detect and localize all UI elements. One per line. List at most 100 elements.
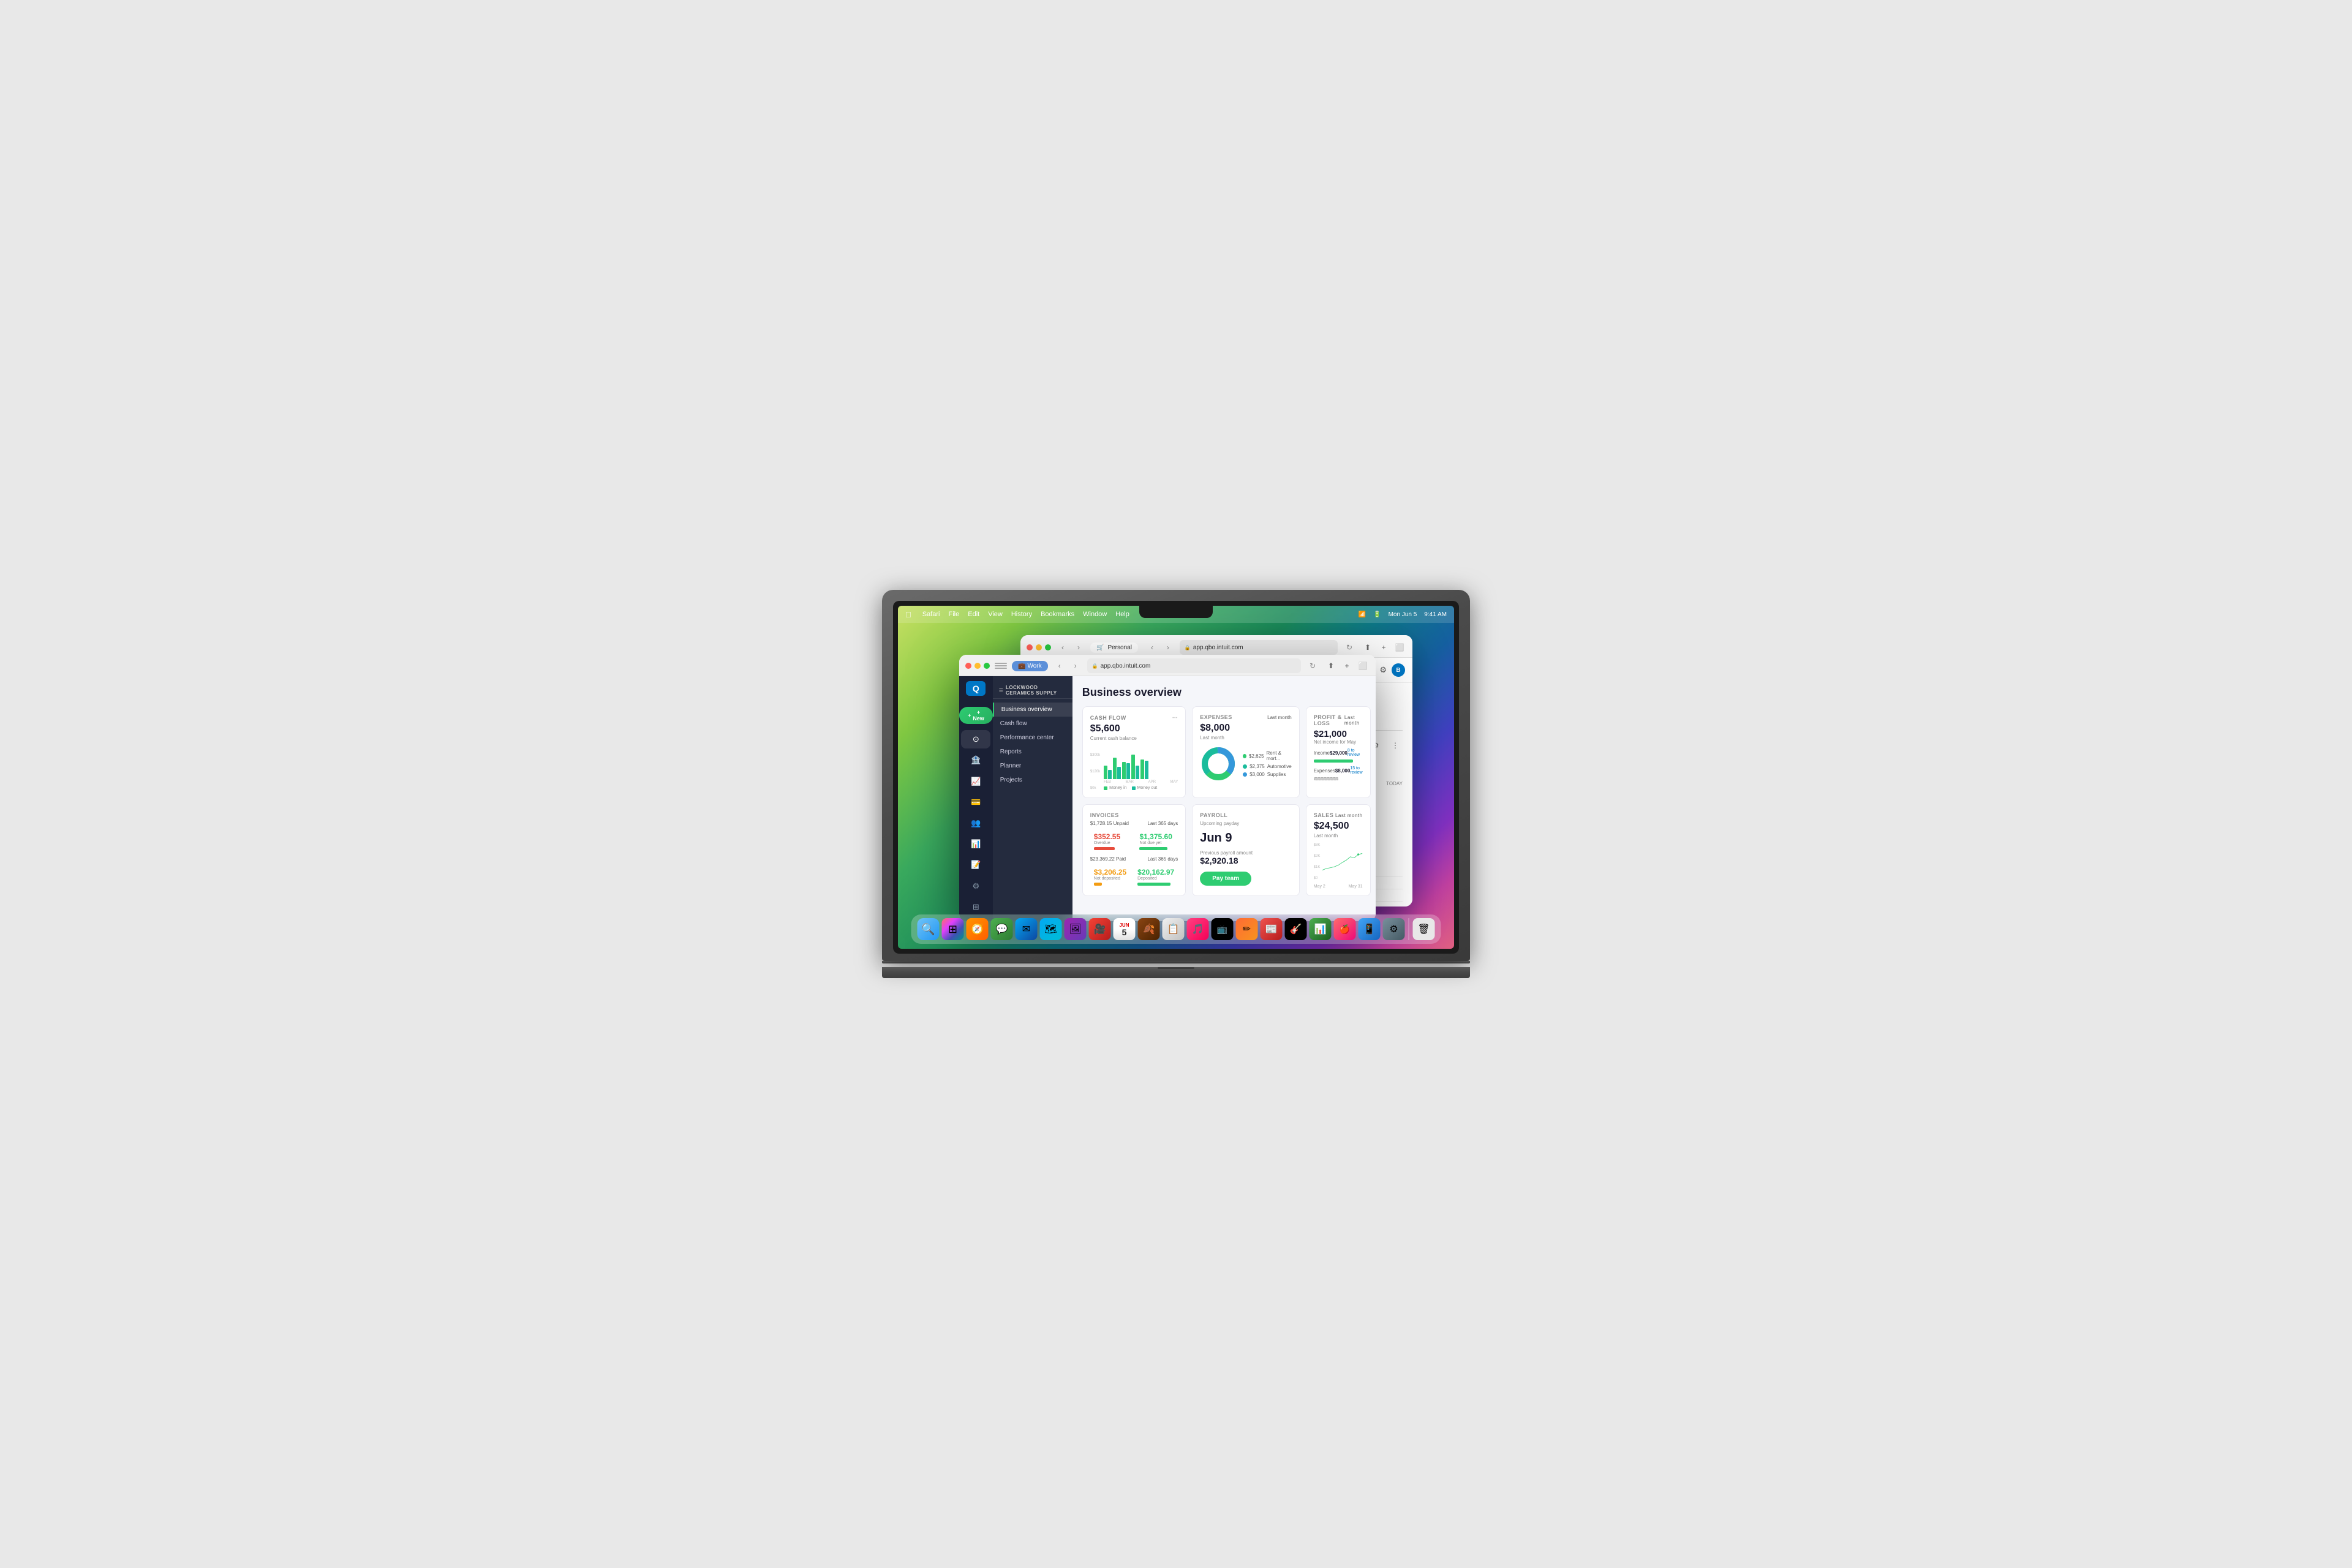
- nav-planner[interactable]: Planner: [993, 759, 1072, 773]
- menu-help[interactable]: Help: [1115, 611, 1129, 618]
- qbo-new-button[interactable]: + + New: [959, 707, 993, 724]
- dock-mela-icon[interactable]: 🎸: [1285, 918, 1307, 940]
- cashflow-more-icon[interactable]: ⋯: [1172, 714, 1178, 721]
- sidebar-item-employees[interactable]: 👥: [961, 814, 990, 832]
- back-reload-btn[interactable]: ↻: [1343, 641, 1356, 654]
- bear-icon: 🍂: [1143, 923, 1155, 935]
- tabs-icon[interactable]: ⬜: [1393, 641, 1406, 654]
- dock-facetime-icon[interactable]: 🎥: [1089, 918, 1111, 940]
- menu-file[interactable]: File: [949, 611, 960, 618]
- front-maximize-button[interactable]: [984, 663, 990, 669]
- qbo-sidebar-logo: Q: [966, 681, 986, 696]
- front-tabs-icon[interactable]: ⬜: [1356, 659, 1370, 673]
- front-minimize-button[interactable]: [974, 663, 981, 669]
- dock-safari-icon[interactable]: 🧭: [967, 918, 989, 940]
- planner-more-icon[interactable]: ⋮: [1388, 738, 1403, 753]
- invoice-notdeposited-block: $3,206.25 Not deposited: [1090, 865, 1130, 888]
- work-tab[interactable]: 💼 Work: [1012, 661, 1048, 671]
- maximize-button[interactable]: [1045, 644, 1051, 650]
- dock-reminders-icon[interactable]: 📋: [1163, 918, 1185, 940]
- nav-cash-flow[interactable]: Cash flow: [993, 717, 1072, 731]
- front-new-tab-icon[interactable]: +: [1340, 659, 1354, 673]
- menu-bookmarks[interactable]: Bookmarks: [1041, 611, 1074, 618]
- back-url: app.qbo.intuit.com: [1193, 644, 1243, 651]
- sales-y-2k: $2K: [1314, 854, 1321, 858]
- front-share-icon[interactable]: ⬆: [1324, 659, 1338, 673]
- front-reload-btn[interactable]: ↻: [1306, 659, 1319, 673]
- sidebar-item-banking[interactable]: 🏦: [961, 751, 990, 769]
- company-menu-icon[interactable]: ☰: [999, 688, 1003, 693]
- front-tab-back[interactable]: ‹: [1053, 659, 1066, 673]
- calendar-day: 5: [1122, 928, 1127, 937]
- sidebar-item-taxes[interactable]: 📝: [961, 856, 990, 874]
- new-tab-icon[interactable]: +: [1377, 641, 1390, 654]
- sidebar-toggle-icon[interactable]: [995, 661, 1007, 671]
- share-icon[interactable]: ⬆: [1361, 641, 1374, 654]
- expense-amount-2: $2,375: [1250, 764, 1264, 769]
- sidebar-item-reports[interactable]: 📊: [961, 835, 990, 853]
- dock-calendar-icon[interactable]: JUN 5: [1114, 918, 1136, 940]
- new-plus-icon: +: [968, 712, 971, 718]
- nav-business-overview[interactable]: Business overview: [993, 703, 1072, 717]
- sidebar-item-dashboard[interactable]: ⊙: [961, 730, 990, 748]
- dock-mail-icon[interactable]: ✉: [1016, 918, 1038, 940]
- front-tab-forward[interactable]: ›: [1069, 659, 1082, 673]
- menu-safari[interactable]: Safari: [922, 611, 940, 618]
- pl-expense-review[interactable]: 15 to review: [1350, 766, 1362, 775]
- dock-news-icon[interactable]: 📰: [1261, 918, 1283, 940]
- menu-history[interactable]: History: [1011, 611, 1032, 618]
- menu-edit[interactable]: Edit: [968, 611, 979, 618]
- close-button[interactable]: [1027, 644, 1033, 650]
- pay-team-button[interactable]: Pay team: [1200, 872, 1251, 886]
- front-address-bar[interactable]: 🔒 app.qbo.intuit.com: [1087, 658, 1301, 673]
- dock-finder-icon[interactable]: 🔍: [918, 918, 940, 940]
- minimize-button[interactable]: [1036, 644, 1042, 650]
- dock-launchpad-icon[interactable]: ⊞: [942, 918, 964, 940]
- personal-tab[interactable]: 🛒 Personal: [1090, 643, 1138, 653]
- menu-window[interactable]: Window: [1083, 611, 1107, 618]
- dock-bear-icon[interactable]: 🍂: [1138, 918, 1160, 940]
- screen-bezel:  Safari File Edit View History Bookmark…: [893, 601, 1459, 954]
- back-avatar[interactable]: B: [1392, 663, 1405, 677]
- menu-view[interactable]: View: [988, 611, 1003, 618]
- tab-back-btn[interactable]: ‹: [1145, 641, 1159, 654]
- sales-chart-area: $8K $2K $1K $0: [1314, 843, 1363, 880]
- back-nav-forward[interactable]: ›: [1072, 641, 1085, 654]
- tab-forward-btn[interactable]: ›: [1161, 641, 1175, 654]
- dock-maps-icon[interactable]: 🗺: [1040, 918, 1062, 940]
- nav-projects[interactable]: Projects: [993, 773, 1072, 787]
- music-icon: 🎵: [1192, 923, 1204, 935]
- nav-performance-center[interactable]: Performance center: [993, 731, 1072, 745]
- back-settings-icon[interactable]: ⚙: [1379, 665, 1387, 675]
- sidebar-item-apps[interactable]: ⚙: [961, 877, 990, 895]
- dock-numbers-icon[interactable]: 📊: [1310, 918, 1332, 940]
- sidebar-item-grid[interactable]: ⊞: [961, 898, 990, 916]
- invoices-card: INVOICES $1,728.15 Unpaid Last 365 days: [1082, 804, 1186, 896]
- front-traffic-lights[interactable]: [965, 663, 990, 669]
- dock-appstore-icon[interactable]: 📱: [1359, 918, 1381, 940]
- back-nav-back[interactable]: ‹: [1056, 641, 1069, 654]
- notdeposited-amount: $3,206.25: [1094, 868, 1126, 876]
- dock-music-icon[interactable]: 🎵: [1187, 918, 1209, 940]
- dock-keynote-icon[interactable]: 🍎: [1334, 918, 1356, 940]
- back-address-bar[interactable]: 🔒 app.qbo.intuit.com: [1180, 640, 1338, 655]
- nav-reports[interactable]: Reports: [993, 745, 1072, 759]
- sidebar-item-expenses[interactable]: 💳: [961, 793, 990, 812]
- sales-point: [1357, 853, 1359, 855]
- bar-extra-out: [1145, 761, 1148, 779]
- dock-photos-icon[interactable]: 🖼: [1065, 918, 1087, 940]
- dock-trash-icon[interactable]: 🗑: [1413, 918, 1435, 940]
- back-traffic-lights[interactable]: [1027, 644, 1051, 650]
- front-browser-window: 💼 Work ‹ › 🔒 app.qbo.intuit.com: [959, 655, 1376, 921]
- back-tab-nav: ‹ ›: [1145, 641, 1175, 654]
- dock-freeform-icon[interactable]: ✏: [1236, 918, 1258, 940]
- dock-settings-icon[interactable]: ⚙: [1383, 918, 1405, 940]
- dock-messages-icon[interactable]: 💬: [991, 918, 1013, 940]
- sales-chart-inner: $8K $2K $1K $0: [1314, 843, 1363, 883]
- pl-income-review[interactable]: 8 to review: [1348, 748, 1363, 757]
- dock-appletv-icon[interactable]: 📺: [1212, 918, 1234, 940]
- front-close-button[interactable]: [965, 663, 971, 669]
- sales-title: SALES Last month: [1314, 812, 1363, 818]
- sidebar-item-sales[interactable]: 📈: [961, 772, 990, 791]
- trash-icon: 🗑: [1417, 923, 1430, 935]
